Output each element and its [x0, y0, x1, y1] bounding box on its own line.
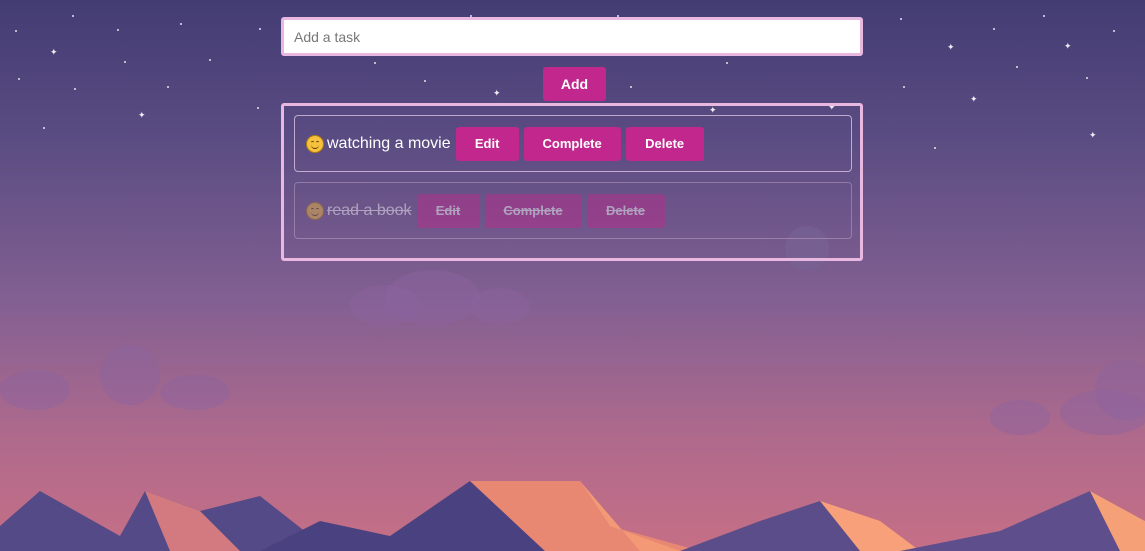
- star-icon: ✦: [947, 42, 955, 52]
- task-text: read a book: [327, 201, 412, 219]
- star-icon: [1016, 66, 1018, 68]
- cloud-icon: [160, 375, 230, 410]
- star-icon: ✦: [138, 110, 146, 120]
- star-icon: [1086, 77, 1088, 79]
- mountain-icon: [0, 481, 1145, 551]
- star-icon: [934, 147, 936, 149]
- task-text: watching a movie: [327, 134, 451, 152]
- cloud-icon: [470, 288, 530, 324]
- cloud-icon: [385, 270, 480, 325]
- task-item: watching a movie Edit Complete Delete: [294, 115, 852, 172]
- cloud-icon: [990, 400, 1050, 435]
- star-icon: ✦: [970, 94, 978, 104]
- star-icon: [74, 88, 76, 90]
- smiling-face-icon: [306, 134, 324, 153]
- delete-button[interactable]: Delete: [625, 126, 704, 161]
- star-icon: ✦: [1089, 130, 1097, 140]
- add-button[interactable]: Add: [543, 67, 606, 101]
- star-icon: [424, 80, 426, 82]
- cloud-icon: [100, 345, 160, 405]
- star-icon: [900, 18, 902, 20]
- star-icon: [903, 86, 905, 88]
- star-icon: [993, 28, 995, 30]
- edit-button[interactable]: Edit: [416, 193, 480, 228]
- edit-button[interactable]: Edit: [455, 126, 519, 161]
- complete-button[interactable]: Complete: [484, 193, 582, 228]
- star-icon: [374, 62, 376, 64]
- star-icon: [167, 86, 169, 88]
- star-icon: ✦: [493, 88, 501, 98]
- star-icon: [43, 127, 45, 129]
- task-list: watching a movie Edit Complete Delete re…: [281, 103, 863, 261]
- star-icon: [257, 107, 259, 109]
- star-icon: [124, 61, 126, 63]
- smiling-face-icon: [306, 201, 324, 220]
- complete-button[interactable]: Complete: [523, 126, 621, 161]
- star-icon: [18, 78, 20, 80]
- star-icon: [180, 23, 182, 25]
- star-icon: [209, 59, 211, 61]
- star-icon: [259, 28, 261, 30]
- star-icon: [15, 30, 17, 32]
- star-icon: [1113, 30, 1115, 32]
- delete-button[interactable]: Delete: [586, 193, 665, 228]
- star-icon: [117, 29, 119, 31]
- task-input[interactable]: [281, 17, 863, 56]
- star-icon: ✦: [50, 47, 58, 57]
- cloud-icon: [0, 370, 70, 410]
- star-icon: [1043, 15, 1045, 17]
- star-icon: [630, 86, 632, 88]
- star-icon: ✦: [1064, 41, 1072, 51]
- star-icon: [726, 62, 728, 64]
- task-item-completed: read a book Edit Complete Delete: [294, 182, 852, 239]
- star-icon: [72, 15, 74, 17]
